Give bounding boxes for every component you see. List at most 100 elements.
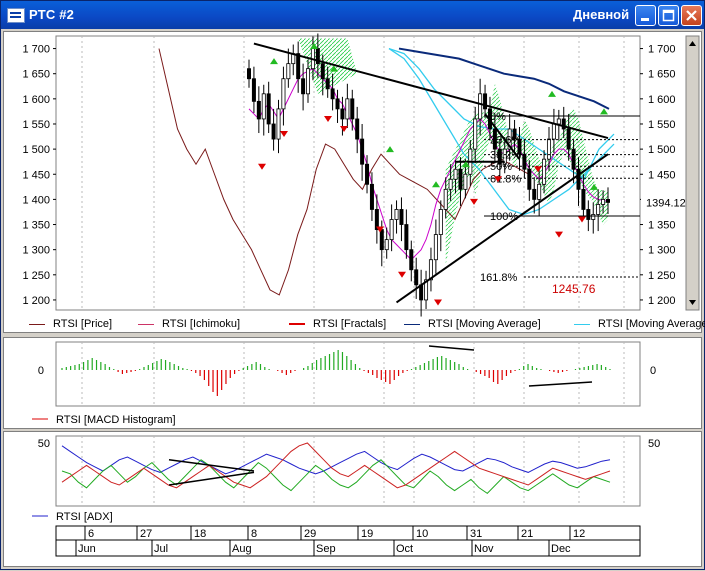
main-chart-panel: 1 700 1 700 1 650 1 650 1 600 1 600 1 550 1 550… (3, 31, 702, 333)
day-tick-label: 21 (521, 528, 533, 540)
y-tick-label-right: 1 200 (648, 295, 676, 307)
adx-chart[interactable]: 50 50 RTSI [ADX] 6 27 18 8 29 19 10 31 21 12 Jun Jul Au… (4, 432, 701, 566)
legend-item[interactable]: RTSI [Fractals] (289, 318, 386, 330)
candle-body (404, 224, 409, 251)
candle-body (379, 229, 384, 251)
legend-label: RTSI [Moving Average] (598, 318, 705, 330)
macd-panel: 0 0 RTSI [MACD Histogram] (3, 337, 702, 429)
candle-body (345, 98, 350, 120)
timeframe-label: Дневной (573, 7, 630, 22)
y-tick-label-right: 1 250 (648, 270, 676, 282)
candle-body (551, 123, 556, 140)
candle-body (473, 118, 478, 150)
month-tick-label: Oct (396, 543, 413, 555)
candle-body (591, 214, 596, 220)
legend-item[interactable]: RTSI [Price] (29, 318, 112, 330)
app-window: РТС #2 Дневной 1 700 1 700 1 650 1 650 1 600… (0, 0, 705, 570)
candle-body (438, 209, 443, 235)
legend-item[interactable]: RTSI [Moving Average] (574, 318, 705, 330)
candle-body (360, 138, 365, 165)
legend-label: RTSI [Fractals] (313, 318, 387, 330)
candle-body (335, 98, 340, 110)
candle-body (365, 163, 370, 185)
day-tick-label: 31 (470, 528, 482, 540)
candle-body (350, 98, 355, 120)
candle-body (306, 68, 311, 95)
legend-item[interactable]: RTSI [Ichimoku] (138, 318, 240, 330)
day-tick-label: 8 (251, 528, 257, 540)
y-tick-label-right: 1 550 (648, 119, 676, 131)
fibonacci-label: 50% (490, 161, 512, 173)
candle-body (566, 128, 571, 150)
candle-body (330, 88, 335, 100)
day-tick-label: 6 (88, 528, 94, 540)
legend-swatch (29, 323, 45, 325)
adx-panel: 50 50 RTSI [ADX] 6 27 18 8 29 19 10 31 21 12 Jun Jul Au… (3, 431, 702, 567)
candle-body (246, 68, 251, 80)
maximize-button[interactable] (658, 5, 679, 26)
title-bar[interactable]: РТС #2 Дневной (1, 1, 704, 29)
candle-body (601, 198, 606, 205)
candle-body (433, 234, 438, 261)
adx-plot-area (55, 435, 641, 507)
candle-body (522, 153, 527, 170)
close-button[interactable] (681, 5, 702, 26)
candle-body (325, 78, 330, 90)
maximize-icon (662, 9, 675, 22)
minimize-icon (641, 18, 649, 21)
candle-body (556, 118, 561, 125)
candle-body (266, 93, 271, 125)
legend-swatch (289, 323, 305, 326)
y-tick-label-left: 1 200 (22, 295, 50, 307)
candle-body (320, 63, 325, 80)
day-tick-label: 18 (194, 528, 206, 540)
day-tick-label: 29 (304, 528, 316, 540)
macd-histogram-chart[interactable]: 0 0 RTSI [MACD Histogram] (4, 338, 701, 428)
month-tick-label: Nov (474, 543, 494, 555)
y-tick-label-right: 1 350 (648, 220, 676, 232)
y-tick-label-right: 1 700 (648, 44, 676, 56)
y-tick-label-right: 1 300 (648, 245, 676, 257)
candle-body (458, 168, 463, 190)
day-tick-label: 10 (416, 528, 428, 540)
candle-body (251, 78, 256, 102)
candle-body (483, 93, 488, 110)
macd-plot-area (55, 341, 641, 407)
legend-swatch (138, 323, 154, 325)
y-tick-label-left: 1 400 (22, 194, 50, 206)
candle-body (301, 78, 306, 95)
minimize-button[interactable] (635, 5, 656, 26)
candle-body (576, 168, 581, 190)
month-tick-label: Aug (232, 543, 252, 555)
candle-body (369, 183, 374, 210)
candle-body (296, 53, 301, 80)
y-tick-label-right: 1 600 (648, 94, 676, 106)
window-icon[interactable] (7, 8, 25, 23)
fibonacci-label: 0% (490, 111, 506, 123)
day-tick-label: 12 (573, 528, 585, 540)
price-chart[interactable]: 1 700 1 700 1 650 1 650 1 600 1 600 1 550 1 550… (4, 32, 701, 332)
candle-body (581, 188, 586, 210)
legend-swatch (574, 323, 590, 325)
candle-body (256, 100, 261, 120)
legend-swatch (404, 323, 420, 325)
candle-body (542, 158, 547, 185)
candle-body (532, 188, 537, 200)
y-tick-label-left: 1 650 (22, 69, 50, 81)
macd-legend-label: RTSI [MACD Histogram] (56, 414, 176, 426)
month-tick-label: Sep (316, 543, 336, 555)
candle-body (527, 168, 532, 190)
y-tick-label-left: 1 550 (22, 119, 50, 131)
window-title: РТС #2 (29, 7, 75, 22)
y-tick-label-left: 1 300 (22, 245, 50, 257)
legend-item[interactable]: RTSI [Moving Average] (404, 318, 541, 330)
current-price-label: 1394.12 (646, 197, 686, 209)
candle-body (463, 173, 468, 190)
candle-body (394, 209, 399, 220)
candle-body (448, 178, 453, 190)
y-tick-label-left: 1 250 (22, 270, 50, 282)
day-tick-label: 27 (140, 528, 152, 540)
y-tick-label-right: 1 500 (648, 144, 676, 156)
candle-body (286, 63, 291, 80)
fibonacci-label: 38.2% (490, 150, 521, 162)
